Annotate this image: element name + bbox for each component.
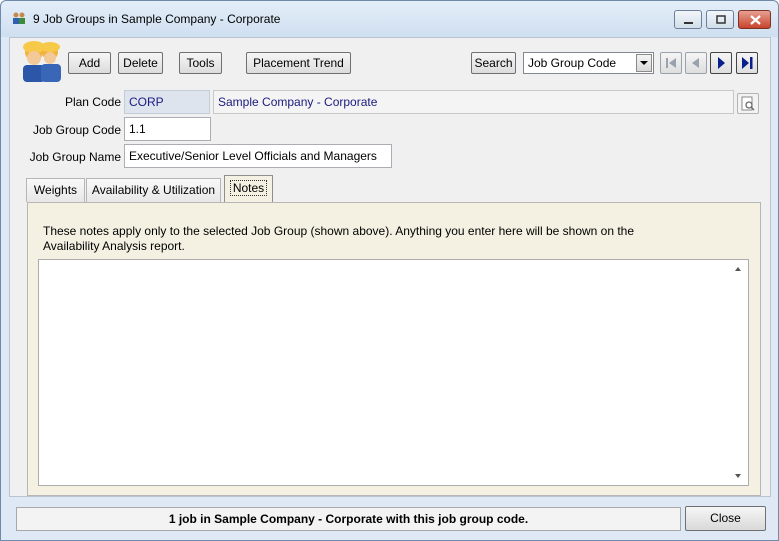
plan-code-field: CORP bbox=[124, 90, 210, 114]
notes-instructions-line-2: Availability Analysis report. bbox=[43, 239, 185, 253]
search-field-value: Job Group Code bbox=[528, 56, 617, 70]
job-group-code-label: Job Group Code bbox=[32, 123, 121, 137]
job-group-name-input[interactable]: Executive/Senior Level Officials and Man… bbox=[124, 144, 392, 168]
first-record-button[interactable] bbox=[660, 52, 682, 74]
notes-textarea[interactable] bbox=[38, 259, 749, 486]
next-record-button[interactable] bbox=[710, 52, 732, 74]
window-title: 9 Job Groups in Sample Company - Corpora… bbox=[33, 12, 281, 26]
notes-instructions-line-1: These notes apply only to the selected J… bbox=[43, 224, 635, 238]
next-record-icon bbox=[718, 57, 725, 69]
tools-button[interactable]: Tools bbox=[179, 52, 222, 74]
people-icon bbox=[13, 12, 25, 24]
form-client-area: Add Delete Tools Placement Trend Search … bbox=[9, 37, 771, 497]
first-record-icon bbox=[666, 58, 676, 68]
job-group-name-label: Job Group Name bbox=[29, 150, 121, 164]
delete-button[interactable]: Delete bbox=[118, 52, 163, 74]
status-bar: 1 job in Sample Company - Corporate with… bbox=[16, 507, 681, 531]
close-button[interactable]: Close bbox=[685, 506, 766, 531]
job-group-code-input[interactable]: 1.1 bbox=[124, 117, 211, 141]
chevron-down-icon bbox=[640, 61, 648, 65]
previous-record-button[interactable] bbox=[685, 52, 707, 74]
tab-notes-label: Notes bbox=[229, 180, 268, 196]
add-button[interactable]: Add bbox=[68, 52, 111, 74]
search-field-select[interactable]: Job Group Code bbox=[523, 52, 654, 74]
window-close-button[interactable] bbox=[738, 10, 771, 29]
plan-description-field: Sample Company - Corporate bbox=[213, 90, 734, 114]
minimize-button[interactable] bbox=[674, 10, 702, 29]
previous-record-icon bbox=[692, 58, 699, 68]
plan-code-label: Plan Code bbox=[64, 95, 121, 109]
last-record-icon bbox=[742, 57, 753, 69]
dropdown-arrow-button[interactable] bbox=[636, 54, 652, 72]
tab-notes[interactable]: Notes bbox=[224, 175, 273, 203]
placement-trend-button[interactable]: Placement Trend bbox=[246, 52, 351, 74]
close-icon bbox=[750, 15, 761, 25]
notes-instructions: These notes apply only to the selected J… bbox=[43, 224, 743, 254]
tab-weights[interactable]: Weights bbox=[26, 178, 85, 202]
app-window: 9 Job Groups in Sample Company - Corpora… bbox=[0, 0, 779, 541]
plan-lookup-button[interactable] bbox=[737, 93, 759, 114]
title-bar[interactable]: 9 Job Groups in Sample Company - Corpora… bbox=[1, 1, 778, 37]
tab-availability-utilization[interactable]: Availability & Utilization bbox=[86, 178, 221, 202]
document-search-icon bbox=[741, 96, 755, 111]
notes-tab-pane: These notes apply only to the selected J… bbox=[27, 202, 761, 496]
search-button[interactable]: Search bbox=[471, 52, 516, 74]
notes-scrollbar[interactable] bbox=[731, 260, 748, 485]
job-group-workers-icon bbox=[23, 41, 61, 82]
maximize-button[interactable] bbox=[706, 10, 734, 29]
restore-icon bbox=[716, 15, 726, 24]
last-record-button[interactable] bbox=[736, 52, 758, 74]
scroll-up-arrow-icon[interactable] bbox=[735, 267, 741, 271]
scroll-down-arrow-icon[interactable] bbox=[735, 474, 741, 478]
minimize-icon bbox=[684, 22, 693, 24]
